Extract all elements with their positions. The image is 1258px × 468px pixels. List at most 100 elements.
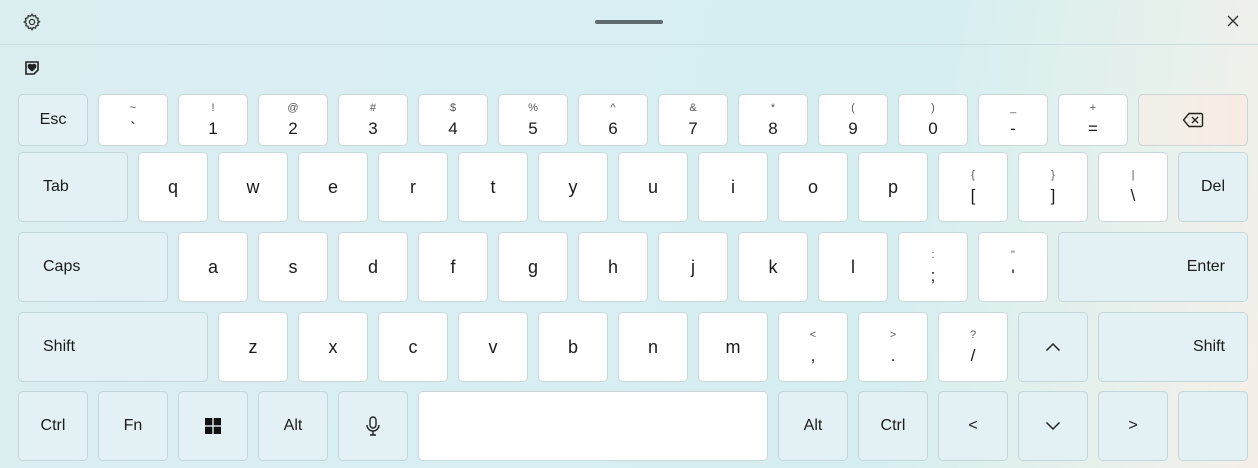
key-left[interactable]: <	[938, 391, 1008, 461]
key-esc[interactable]: Esc	[18, 94, 88, 146]
key-m[interactable]: m	[698, 312, 768, 382]
key-period[interactable]: >.	[858, 312, 928, 382]
key-windows[interactable]	[178, 391, 248, 461]
main-character: 9	[848, 119, 858, 138]
key-9[interactable]: (9	[818, 94, 888, 146]
key-v[interactable]: v	[458, 312, 528, 382]
key-2[interactable]: @2	[258, 94, 328, 146]
key-fn[interactable]: Fn	[98, 391, 168, 461]
key-z[interactable]: z	[218, 312, 288, 382]
key-ctrl-right[interactable]: Ctrl	[858, 391, 928, 461]
key-legend: ^ 6	[608, 103, 617, 138]
key-b[interactable]: b	[538, 312, 608, 382]
key-left-bracket[interactable]: {[	[938, 152, 1008, 222]
key-label: s	[288, 256, 298, 277]
key-label: v	[488, 336, 498, 357]
key-o[interactable]: o	[778, 152, 848, 222]
key-del[interactable]: Del	[1178, 152, 1248, 222]
key-alt-left[interactable]: Alt	[258, 391, 328, 461]
key-j[interactable]: j	[658, 232, 728, 302]
heart-sticker-icon[interactable]	[22, 58, 42, 78]
key-legend: #3	[368, 103, 377, 138]
key-backspace[interactable]	[1138, 94, 1248, 146]
key-e[interactable]: e	[298, 152, 368, 222]
key-n[interactable]: n	[618, 312, 688, 382]
main-character: [	[970, 186, 976, 205]
main-character: 0	[928, 119, 938, 138]
chevron-down-icon	[1045, 421, 1061, 431]
key-enter[interactable]: Enter	[1058, 232, 1248, 302]
key-g[interactable]: g	[498, 232, 568, 302]
key-r[interactable]: r	[378, 152, 448, 222]
key-0[interactable]: ) 0	[898, 94, 968, 146]
key-alt-right[interactable]: Alt	[778, 391, 848, 461]
key-6[interactable]: ^ 6	[578, 94, 648, 146]
key-k[interactable]: k	[738, 232, 808, 302]
key-label: Ctrl	[40, 417, 66, 434]
key-u[interactable]: u	[618, 152, 688, 222]
key-space[interactable]	[418, 391, 768, 461]
key-legend: {[	[970, 169, 976, 205]
key-shift-left[interactable]: Shift	[18, 312, 208, 382]
key-label: b	[567, 336, 578, 357]
key-minus[interactable]: _ -	[978, 94, 1048, 146]
key-label: Shift	[1192, 338, 1225, 355]
key-i[interactable]: i	[698, 152, 768, 222]
windows-logo-icon	[205, 418, 221, 434]
key-shift-right[interactable]: Shift	[1098, 312, 1248, 382]
key-legend: (9	[848, 103, 858, 138]
shift-character: {	[971, 169, 975, 181]
key-right[interactable]: >	[1098, 391, 1168, 461]
key-f[interactable]: f	[418, 232, 488, 302]
key-label: r	[410, 176, 416, 197]
key-slash[interactable]: ? /	[938, 312, 1008, 382]
key-x[interactable]: x	[298, 312, 368, 382]
key-quote[interactable]: " '	[978, 232, 1048, 302]
key-c[interactable]: c	[378, 312, 448, 382]
key-semicolon[interactable]: :;	[898, 232, 968, 302]
key-label: g	[527, 256, 538, 277]
drag-handle[interactable]	[595, 20, 663, 24]
key-backslash[interactable]: | \	[1098, 152, 1168, 222]
key-backtick[interactable]: ~ `	[98, 94, 168, 146]
key-caps[interactable]: Caps	[18, 232, 168, 302]
key-equals[interactable]: + =	[1058, 94, 1128, 146]
key-q[interactable]: q	[138, 152, 208, 222]
key-3[interactable]: #3	[338, 94, 408, 146]
key-w[interactable]: w	[218, 152, 288, 222]
key-comma[interactable]: <,	[778, 312, 848, 382]
toolbar-divider	[0, 44, 1258, 45]
key-h[interactable]: h	[578, 232, 648, 302]
key-mic[interactable]	[338, 391, 408, 461]
key-up[interactable]	[1018, 312, 1088, 382]
key-p[interactable]: p	[858, 152, 928, 222]
main-character: /	[970, 346, 976, 365]
gear-icon[interactable]	[22, 12, 42, 32]
key-label: c	[408, 336, 418, 357]
close-icon[interactable]	[1224, 12, 1242, 30]
backspace-icon	[1182, 112, 1204, 128]
key-4[interactable]: $4	[418, 94, 488, 146]
key-a[interactable]: a	[178, 232, 248, 302]
key-ctrl-left[interactable]: Ctrl	[18, 391, 88, 461]
key-d[interactable]: d	[338, 232, 408, 302]
key-t[interactable]: t	[458, 152, 528, 222]
main-character: .	[890, 346, 896, 365]
key-8[interactable]: * 8	[738, 94, 808, 146]
key-y[interactable]: y	[538, 152, 608, 222]
key-5[interactable]: % 5	[498, 94, 568, 146]
key-legend: | \	[1131, 170, 1136, 205]
key-blank[interactable]	[1178, 391, 1248, 461]
shift-character: >	[889, 329, 897, 341]
key-l[interactable]: l	[818, 232, 888, 302]
key-down[interactable]	[1018, 391, 1088, 461]
shift-character: :	[931, 249, 935, 261]
key-label: Fn	[123, 417, 143, 434]
key-right-bracket[interactable]: }]	[1018, 152, 1088, 222]
shift-character: ?	[969, 329, 977, 341]
key-tab[interactable]: Tab	[18, 152, 128, 222]
shift-character: $	[449, 102, 457, 114]
key-7[interactable]: & 7	[658, 94, 728, 146]
key-s[interactable]: s	[258, 232, 328, 302]
key-1[interactable]: ! 1	[178, 94, 248, 146]
